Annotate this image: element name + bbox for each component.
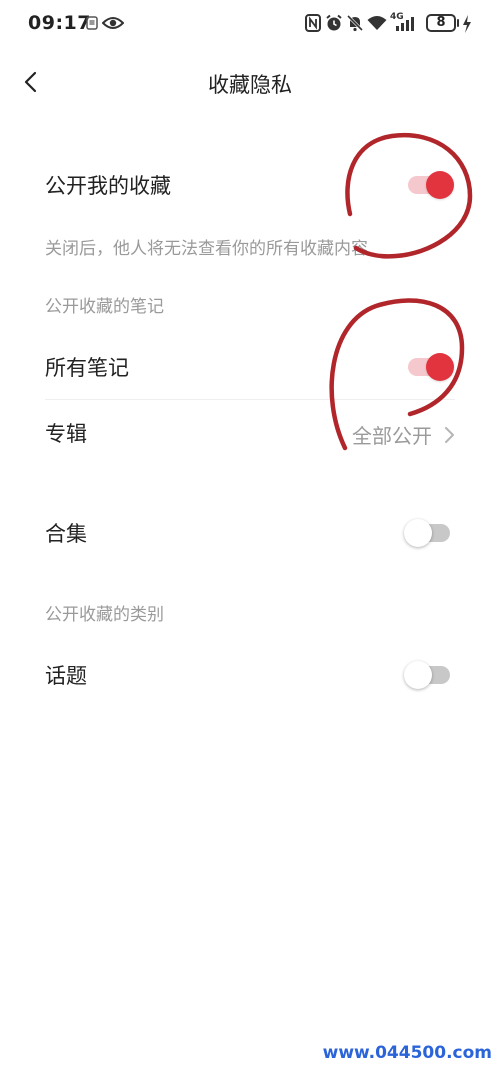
all-notes-row[interactable]: 所有笔记 — [0, 342, 500, 392]
collections-toggle[interactable] — [404, 519, 450, 547]
collections-row[interactable]: 合集 — [0, 508, 500, 558]
notes-section-label: 公开收藏的笔记 — [45, 297, 164, 317]
battery-level: 8 — [436, 15, 446, 30]
albums-row[interactable]: 专辑 全部公开 — [0, 408, 500, 458]
toggle-knob — [404, 661, 432, 689]
toggle-knob — [426, 353, 454, 381]
battery-icon: 8 — [426, 14, 456, 32]
all-notes-toggle[interactable] — [408, 353, 454, 381]
albums-label: 专辑 — [45, 422, 87, 446]
all-notes-label: 所有笔记 — [45, 356, 129, 380]
public-collections-description: 关闭后，他人将无法查看你的所有收藏内容 — [45, 239, 368, 259]
albums-value: 全部公开 — [352, 424, 432, 448]
charging-icon — [463, 15, 471, 33]
toggle-knob — [404, 519, 432, 547]
alarm-icon — [326, 14, 342, 31]
battery-tip — [457, 19, 459, 27]
page-title: 收藏隐私 — [208, 73, 292, 97]
toggle-knob — [426, 171, 454, 199]
signal-icon — [396, 17, 414, 31]
eye-icon — [102, 17, 124, 29]
status-bar: 09:17 4G 8 — [0, 0, 500, 48]
divider — [45, 399, 455, 400]
public-collections-label: 公开我的收藏 — [45, 174, 171, 198]
status-time: 09:17 — [28, 12, 91, 34]
nfc-icon — [305, 14, 321, 32]
collections-label: 合集 — [45, 522, 87, 546]
topics-toggle[interactable] — [404, 661, 450, 689]
mute-icon — [346, 14, 364, 32]
public-collections-row[interactable]: 公开我的收藏 — [0, 160, 500, 210]
nav-bar: 收藏隐私 — [0, 52, 500, 112]
wifi-icon — [367, 16, 387, 30]
categories-section-label: 公开收藏的类别 — [45, 605, 164, 625]
watermark: www.044500.com — [322, 1043, 492, 1063]
chevron-right-icon — [445, 427, 454, 443]
public-collections-toggle[interactable] — [408, 171, 454, 199]
topics-row[interactable]: 话题 — [0, 650, 500, 700]
topics-label: 话题 — [45, 664, 87, 688]
notification-icon — [86, 16, 98, 30]
